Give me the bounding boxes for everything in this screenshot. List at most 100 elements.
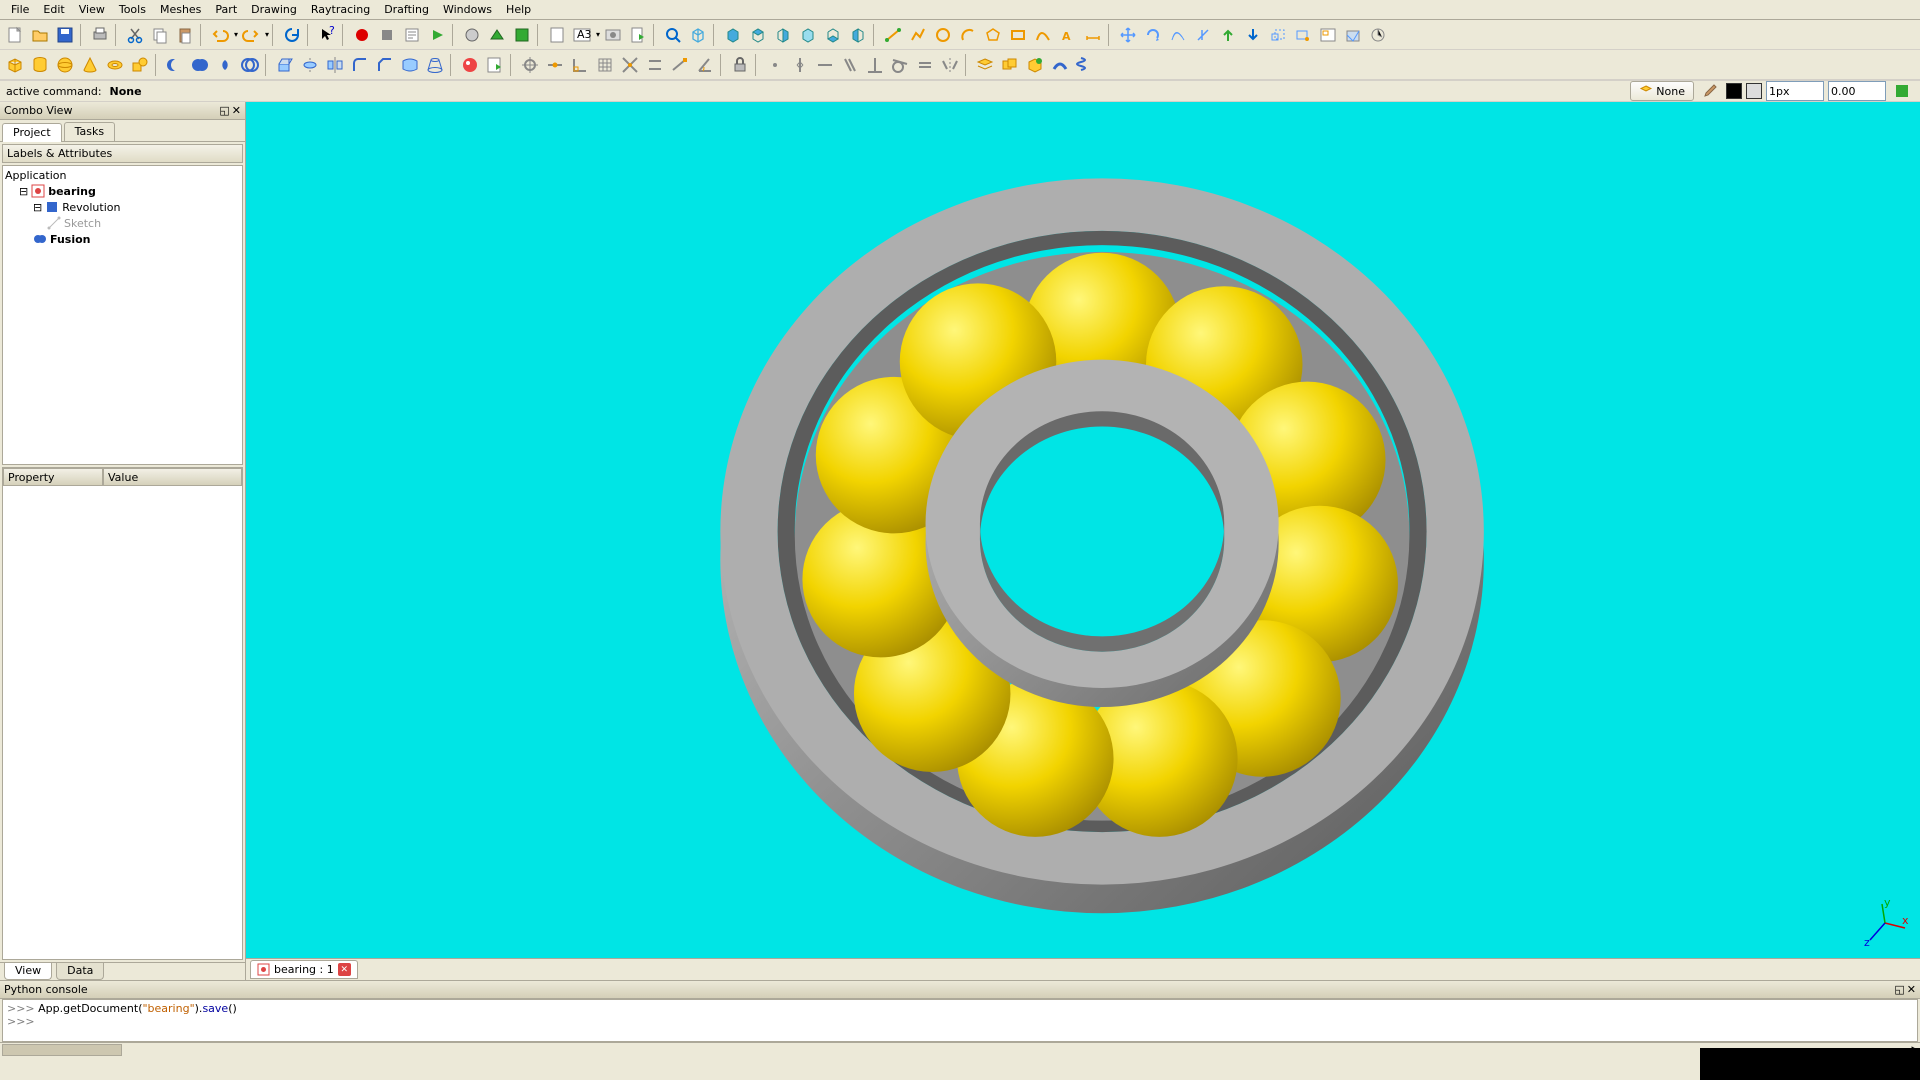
- snap-angle-icon[interactable]: [693, 53, 717, 77]
- draft-bspline-icon[interactable]: [1031, 23, 1055, 47]
- constr-tangent-icon[interactable]: [888, 53, 912, 77]
- view-left-icon[interactable]: [846, 23, 870, 47]
- subtab-view[interactable]: View: [4, 963, 52, 980]
- menu-part[interactable]: Part: [208, 1, 244, 18]
- dock-float-icon[interactable]: ◱: [1894, 983, 1904, 996]
- construction-mode-icon[interactable]: [1890, 79, 1914, 103]
- snap-endpoint-icon[interactable]: [668, 53, 692, 77]
- new-sheet-icon[interactable]: [545, 23, 569, 47]
- draft-polygon-icon[interactable]: [981, 23, 1005, 47]
- fillet-icon[interactable]: [348, 53, 372, 77]
- draft-rotate-icon[interactable]: [1141, 23, 1165, 47]
- save-icon[interactable]: [53, 23, 77, 47]
- dock-float-icon[interactable]: ◱: [219, 104, 229, 117]
- insert-view-icon[interactable]: [601, 23, 625, 47]
- value-input[interactable]: [1828, 81, 1886, 101]
- draft-upgrade-icon[interactable]: [1216, 23, 1240, 47]
- a3-landscape-icon[interactable]: A3: [570, 23, 594, 47]
- snap-perp-icon[interactable]: [568, 53, 592, 77]
- draft-wire-icon[interactable]: [906, 23, 930, 47]
- export-page-icon[interactable]: [626, 23, 650, 47]
- snap-parallel-icon[interactable]: [643, 53, 667, 77]
- view-rear-icon[interactable]: [796, 23, 820, 47]
- draft-circle-icon[interactable]: [931, 23, 955, 47]
- bool-cut-icon[interactable]: [163, 53, 187, 77]
- menu-meshes[interactable]: Meshes: [153, 1, 208, 18]
- ruled-surface-icon[interactable]: [398, 53, 422, 77]
- constr-symmetric-icon[interactable]: [938, 53, 962, 77]
- color-picker-icon[interactable]: [1698, 79, 1722, 103]
- draft-drawing-icon[interactable]: [1316, 23, 1340, 47]
- draft-macro-icon[interactable]: [1366, 23, 1390, 47]
- snap-mid-icon[interactable]: [543, 53, 567, 77]
- macro-edit-icon[interactable]: [400, 23, 424, 47]
- sweep-icon[interactable]: [1048, 53, 1072, 77]
- record-icon[interactable]: [350, 23, 374, 47]
- view-bottom-icon[interactable]: [821, 23, 845, 47]
- sheet-dropdown[interactable]: ▾: [595, 30, 600, 39]
- subtab-data[interactable]: Data: [56, 963, 104, 980]
- draft-dimension-icon[interactable]: [1081, 23, 1105, 47]
- extrude-icon[interactable]: [273, 53, 297, 77]
- redo-icon[interactable]: [239, 23, 263, 47]
- tab-tasks[interactable]: Tasks: [64, 122, 115, 141]
- view-front-icon[interactable]: [721, 23, 745, 47]
- draft-text-icon[interactable]: A: [1056, 23, 1080, 47]
- zoom-fit-icon[interactable]: [661, 23, 685, 47]
- lock-icon[interactable]: [728, 53, 752, 77]
- export-ray-icon[interactable]: [483, 53, 507, 77]
- constr-vertical-icon[interactable]: [788, 53, 812, 77]
- tree-root[interactable]: Application: [5, 168, 240, 183]
- part-design-icon[interactable]: [1023, 53, 1047, 77]
- bool-union-icon[interactable]: [188, 53, 212, 77]
- draft-line-icon[interactable]: [881, 23, 905, 47]
- draft-downgrade-icon[interactable]: [1241, 23, 1265, 47]
- tree-document[interactable]: ⊟ bearing: [5, 183, 240, 199]
- mesh-to-shape-icon[interactable]: [510, 23, 534, 47]
- layer-new-icon[interactable]: [973, 53, 997, 77]
- menu-raytracing[interactable]: Raytracing: [304, 1, 377, 18]
- box-icon[interactable]: [3, 53, 27, 77]
- tree-fusion[interactable]: Fusion: [5, 231, 240, 247]
- constr-coincident-icon[interactable]: [763, 53, 787, 77]
- torus-icon[interactable]: [103, 53, 127, 77]
- draft-edit-icon[interactable]: [1291, 23, 1315, 47]
- dock-close-icon[interactable]: ✕: [232, 104, 241, 117]
- open-file-icon[interactable]: [28, 23, 52, 47]
- face-color-swatch[interactable]: [1726, 83, 1742, 99]
- document-tab[interactable]: bearing : 1 ✕: [250, 960, 358, 979]
- draft-arc-icon[interactable]: [956, 23, 980, 47]
- draft-trimex-icon[interactable]: [1191, 23, 1215, 47]
- snap-intersect-icon[interactable]: [618, 53, 642, 77]
- draft-offset-icon[interactable]: [1166, 23, 1190, 47]
- menu-help[interactable]: Help: [499, 1, 538, 18]
- linewidth-input[interactable]: [1766, 81, 1824, 101]
- draft-rectangle-icon[interactable]: [1006, 23, 1030, 47]
- mirror-icon[interactable]: [323, 53, 347, 77]
- constr-horizontal-icon[interactable]: [813, 53, 837, 77]
- snap-grid-icon[interactable]: [593, 53, 617, 77]
- layer-none-button[interactable]: None: [1630, 81, 1694, 101]
- cone-icon[interactable]: [78, 53, 102, 77]
- group-icon[interactable]: [998, 53, 1022, 77]
- menu-drafting[interactable]: Drafting: [377, 1, 436, 18]
- cut-icon[interactable]: [123, 23, 147, 47]
- refresh-icon[interactable]: [280, 23, 304, 47]
- menu-file[interactable]: File: [4, 1, 36, 18]
- tree-sketch[interactable]: Sketch: [5, 215, 240, 231]
- loft-icon[interactable]: [423, 53, 447, 77]
- tree-revolution[interactable]: ⊟ Revolution: [5, 199, 240, 215]
- paste-icon[interactable]: [173, 23, 197, 47]
- prop-col-property[interactable]: Property: [3, 468, 103, 486]
- 3d-viewport[interactable]: x y z bearing : 1 ✕: [246, 102, 1920, 980]
- draft-move-icon[interactable]: [1116, 23, 1140, 47]
- povray-icon[interactable]: [458, 53, 482, 77]
- menu-edit[interactable]: Edit: [36, 1, 71, 18]
- draft-view-icon[interactable]: [1341, 23, 1365, 47]
- menu-drawing[interactable]: Drawing: [244, 1, 304, 18]
- console-scrollbar[interactable]: ◂ ▸: [0, 1042, 1920, 1058]
- stop-record-icon[interactable]: [375, 23, 399, 47]
- draft-scale-icon[interactable]: [1266, 23, 1290, 47]
- menu-view[interactable]: View: [72, 1, 112, 18]
- dock-close-icon[interactable]: ✕: [1907, 983, 1916, 996]
